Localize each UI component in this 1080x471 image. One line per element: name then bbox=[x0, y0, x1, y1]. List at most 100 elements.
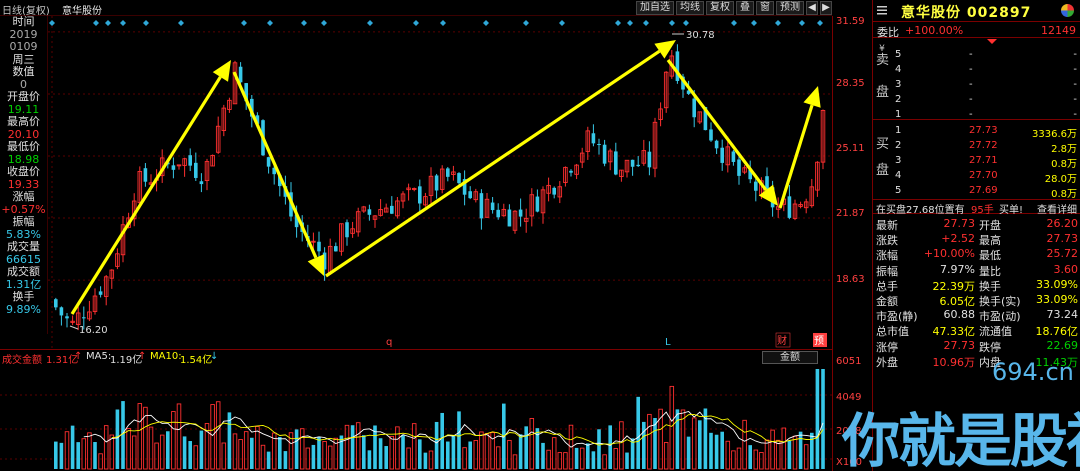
buy-level-row[interactable]: 4 27.70 28.0万 bbox=[893, 169, 1079, 185]
sell-level-row[interactable]: 3 - - bbox=[893, 78, 1079, 92]
event-diamond-icon[interactable] bbox=[105, 20, 111, 26]
volume-bar bbox=[759, 452, 764, 470]
event-diamond-icon[interactable] bbox=[178, 20, 184, 26]
volume-bar bbox=[355, 422, 361, 470]
event-diamond-icon[interactable] bbox=[751, 20, 757, 26]
stat-label: 跌停 bbox=[979, 340, 1001, 354]
sell-level-row[interactable]: 4 - - bbox=[893, 63, 1079, 77]
event-diamond-icon[interactable] bbox=[120, 20, 126, 26]
event-diamond-icon[interactable] bbox=[483, 20, 489, 26]
order-level: 4 bbox=[895, 64, 902, 75]
stat-value: 10.96万 bbox=[932, 355, 976, 369]
event-diamond-icon[interactable] bbox=[49, 20, 55, 26]
event-diamond-icon[interactable] bbox=[241, 20, 247, 26]
window-button[interactable]: 窗 bbox=[756, 1, 774, 15]
candlestick bbox=[619, 169, 624, 182]
volume-bar bbox=[457, 411, 461, 469]
volume-bar bbox=[597, 429, 601, 469]
candlestick-chart[interactable]: 30.78 16.20 q L 财 预 bbox=[48, 16, 832, 350]
event-diamond-icon[interactable] bbox=[267, 20, 273, 26]
order-volume: - bbox=[1073, 109, 1077, 120]
volume-bar bbox=[636, 396, 640, 469]
buy-level-row[interactable]: 5 27.69 0.8万 bbox=[893, 184, 1079, 200]
high-price-label: 30.78 bbox=[686, 30, 715, 41]
price-tick-label: 28.35 bbox=[836, 78, 865, 89]
order-price: 27.73 bbox=[969, 125, 998, 136]
stat-row: 金额 6.05亿 换手(实) 33.09% bbox=[873, 293, 1080, 308]
event-diamond-icon[interactable] bbox=[93, 20, 99, 26]
candlestick bbox=[518, 198, 523, 227]
candlestick bbox=[451, 165, 456, 181]
stat-value: 18.76亿 bbox=[1035, 325, 1079, 339]
event-diamond-icon[interactable] bbox=[523, 20, 529, 26]
candlestick bbox=[428, 167, 434, 204]
buy-level-row[interactable]: 2 27.72 2.8万 bbox=[893, 139, 1079, 155]
arrow-right-icon[interactable]: ▶ bbox=[820, 1, 832, 15]
event-diamond-icon[interactable] bbox=[143, 20, 149, 26]
view-detail-link[interactable]: 查看详细 bbox=[1037, 201, 1077, 216]
collapse-chevron-icon[interactable] bbox=[983, 38, 1001, 46]
overlay-button[interactable]: 叠 bbox=[736, 1, 754, 15]
info-row: 2019 bbox=[9, 28, 38, 41]
stat-label: 开盘 bbox=[979, 219, 1001, 232]
sell-level-row[interactable]: 5 - - bbox=[893, 48, 1079, 62]
buy-level-row[interactable]: 3 27.71 0.8万 bbox=[893, 154, 1079, 170]
stat-value: 60.88 bbox=[943, 308, 976, 322]
event-diamond-icon[interactable] bbox=[643, 20, 649, 26]
order-price: 27.70 bbox=[969, 170, 998, 181]
info-row: 换手 bbox=[12, 291, 35, 303]
stat-label: 市盈(动) bbox=[979, 310, 1021, 324]
adjust-price-button[interactable]: 复权 bbox=[706, 1, 734, 15]
stat-row: 涨跌 +2.52 最高 27.73 bbox=[873, 232, 1080, 247]
event-diamond-icon[interactable] bbox=[669, 20, 675, 26]
event-diamond-icon[interactable] bbox=[775, 20, 781, 26]
stat-value: 33.09% bbox=[1036, 293, 1078, 306]
event-marker-l[interactable]: L bbox=[665, 337, 671, 348]
forecast-button[interactable]: 预测 bbox=[776, 1, 804, 15]
candlestick bbox=[552, 186, 556, 199]
volume-bar bbox=[64, 431, 70, 470]
event-diamond-icon[interactable] bbox=[559, 20, 565, 26]
event-diamond-icon[interactable] bbox=[413, 20, 419, 26]
volume-bar bbox=[423, 452, 428, 469]
event-diamond-icon[interactable] bbox=[627, 20, 633, 26]
candlestick bbox=[602, 139, 607, 167]
add-watchlist-button[interactable]: 加自选 bbox=[636, 1, 674, 15]
volume-bar bbox=[686, 436, 691, 469]
volume-bar bbox=[93, 442, 97, 469]
volume-bar bbox=[76, 442, 80, 469]
event-diamond-icon[interactable] bbox=[731, 20, 737, 26]
volume-chart[interactable] bbox=[0, 363, 832, 471]
finance-report-marker[interactable]: 财 bbox=[775, 332, 791, 348]
candlestick bbox=[406, 183, 411, 201]
event-marker-q[interactable]: q bbox=[386, 337, 392, 348]
period-label[interactable]: 日线(复权) bbox=[2, 2, 50, 17]
volume-bar bbox=[507, 439, 512, 470]
sell-level-row[interactable]: 2 - - bbox=[893, 93, 1079, 107]
buy-level-row[interactable]: 1 27.73 3336.6万 bbox=[893, 124, 1079, 140]
event-diamond-icon[interactable] bbox=[615, 20, 621, 26]
volume-bar bbox=[260, 444, 266, 470]
event-diamond-icon[interactable] bbox=[799, 20, 805, 26]
stat-value: +10.00% bbox=[923, 247, 975, 261]
arrow-left-icon[interactable]: ◀ bbox=[806, 1, 818, 15]
candlestick bbox=[65, 313, 69, 328]
event-diamond-icon[interactable] bbox=[683, 20, 689, 26]
order-level: 2 bbox=[895, 94, 902, 105]
event-diamond-icon[interactable] bbox=[321, 20, 327, 26]
color-ball-icon[interactable] bbox=[1061, 4, 1074, 17]
candlestick bbox=[754, 178, 758, 202]
volume-bar bbox=[484, 433, 490, 470]
order-price: 27.71 bbox=[969, 155, 998, 166]
menu-icon[interactable] bbox=[877, 5, 887, 15]
order-level: 2 bbox=[895, 140, 902, 151]
forecast-marker[interactable]: 预 bbox=[813, 333, 827, 347]
candlestick bbox=[597, 138, 601, 155]
event-diamond-icon[interactable] bbox=[367, 20, 373, 26]
event-diamond-icon[interactable] bbox=[301, 20, 307, 26]
candlestick bbox=[215, 116, 221, 154]
stat-value: 33.09% bbox=[1036, 277, 1078, 291]
moving-average-button[interactable]: 均线 bbox=[676, 1, 704, 15]
event-diamond-icon[interactable] bbox=[440, 20, 446, 26]
event-diamond-icon[interactable] bbox=[817, 20, 823, 26]
